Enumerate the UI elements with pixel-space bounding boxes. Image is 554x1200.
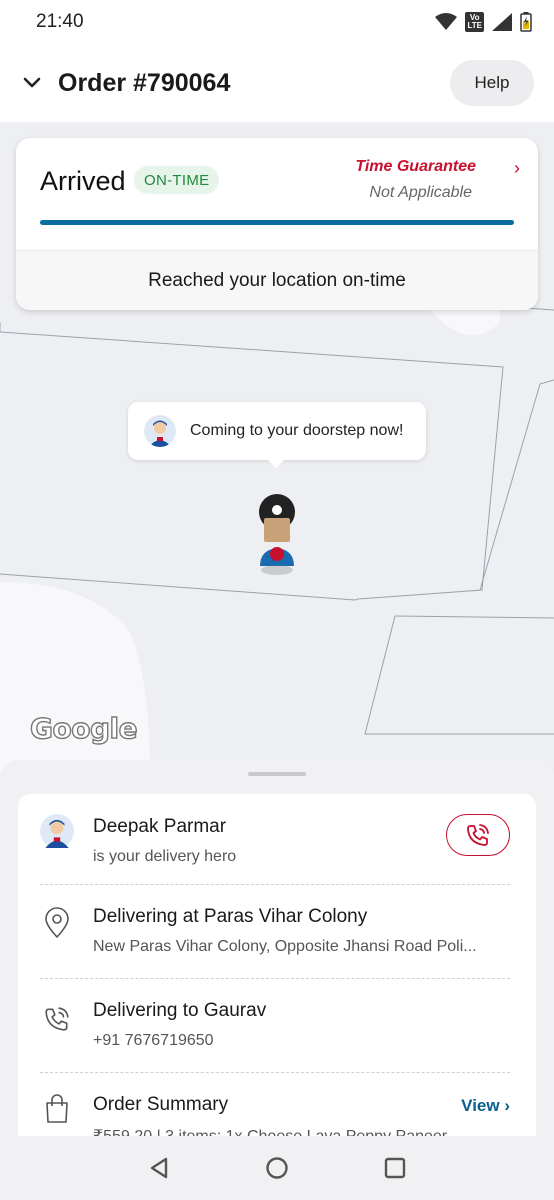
rider-message-bubble: Coming to your doorstep now! [128, 402, 426, 468]
volte-icon: Vo LTE [465, 12, 484, 32]
help-button[interactable]: Help [450, 60, 534, 106]
chevron-right-icon[interactable]: › [514, 158, 520, 179]
address-name: Paras Vihar Colony [203, 906, 368, 927]
signal-icon [492, 13, 512, 31]
back-triangle-icon[interactable] [147, 1156, 171, 1180]
header: Order #790064 Help [0, 44, 554, 122]
wifi-icon [435, 13, 458, 30]
recipient-prefix: Delivering to [93, 1000, 204, 1021]
delivery-details-sheet[interactable]: Deepak Parmar is your delivery hero Deli… [0, 760, 554, 1136]
delivery-info-card: Deepak Parmar is your delivery hero Deli… [18, 794, 536, 1136]
delivery-progress-fill [40, 220, 514, 225]
location-pin-icon [40, 906, 74, 940]
divider [40, 884, 510, 885]
order-summary-title: Order Summary [93, 1094, 229, 1115]
status-time: 21:40 [36, 11, 84, 32]
time-guarantee-link[interactable]: Time Guarantee [355, 158, 476, 176]
delivery-hero-row: Deepak Parmar is your delivery hero [40, 814, 510, 884]
delivery-address-title: Delivering at Paras Vihar Colony [93, 906, 367, 928]
rider-message-text: Coming to your doorstep now! [190, 422, 404, 439]
phone-ringing-icon [467, 824, 489, 846]
time-guarantee-value: Not Applicable [369, 184, 472, 201]
delivery-recipient-title: Delivering to Gaurav [93, 1000, 266, 1022]
recents-square-icon[interactable] [383, 1156, 407, 1180]
delivery-recipient-row: Delivering to Gaurav +91 7676719650 [40, 998, 510, 1068]
rider-location-icon [252, 492, 302, 576]
view-label: View [461, 1096, 500, 1115]
rider-avatar-icon [144, 415, 176, 447]
battery-icon [520, 12, 532, 32]
status-icons: Vo LTE [435, 12, 532, 32]
delivery-hero-name: Deepak Parmar [93, 816, 227, 837]
recipient-name: Gaurav [203, 1000, 267, 1021]
sheet-drag-handle[interactable] [248, 772, 306, 776]
delivery-status-card: Arrived ON-TIME Time Guarantee › Not App… [16, 138, 538, 310]
status-footer-text: Reached your location on-time [16, 250, 538, 310]
ontime-badge: ON-TIME [134, 166, 220, 194]
address-prefix: Delivering at [93, 906, 204, 927]
call-rider-button[interactable] [446, 814, 510, 856]
delivery-progress-bar [40, 220, 514, 225]
status-bar: 21:40 Vo LTE [0, 0, 554, 44]
chevron-down-icon[interactable] [22, 73, 42, 93]
order-title: Order #790064 [58, 68, 231, 97]
order-summary-row[interactable]: Order Summary View › ₹559.20 | 3 items: … [40, 1092, 510, 1136]
delivery-hero-avatar [40, 814, 74, 848]
system-nav-bar [0, 1136, 554, 1200]
delivery-hero-subtitle: is your delivery hero [93, 848, 237, 865]
delivery-status-title: Arrived [40, 166, 126, 196]
google-logo: Google [29, 711, 138, 745]
order-summary-details: ₹559.20 | 3 items: 1x Cheese Lava Peppy … [93, 1126, 513, 1136]
divider [40, 978, 510, 979]
divider [40, 1072, 510, 1073]
order-summary-view-link[interactable]: View › [461, 1096, 510, 1116]
recipient-phone: +91 7676719650 [93, 1032, 214, 1049]
phone-ringing-icon [40, 1002, 74, 1036]
shopping-bag-icon [40, 1092, 74, 1126]
delivery-address-full: New Paras Vihar Colony, Opposite Jhansi … [93, 938, 477, 955]
delivery-address-row: Delivering at Paras Vihar Colony New Par… [40, 904, 510, 974]
home-circle-icon[interactable] [265, 1156, 289, 1180]
